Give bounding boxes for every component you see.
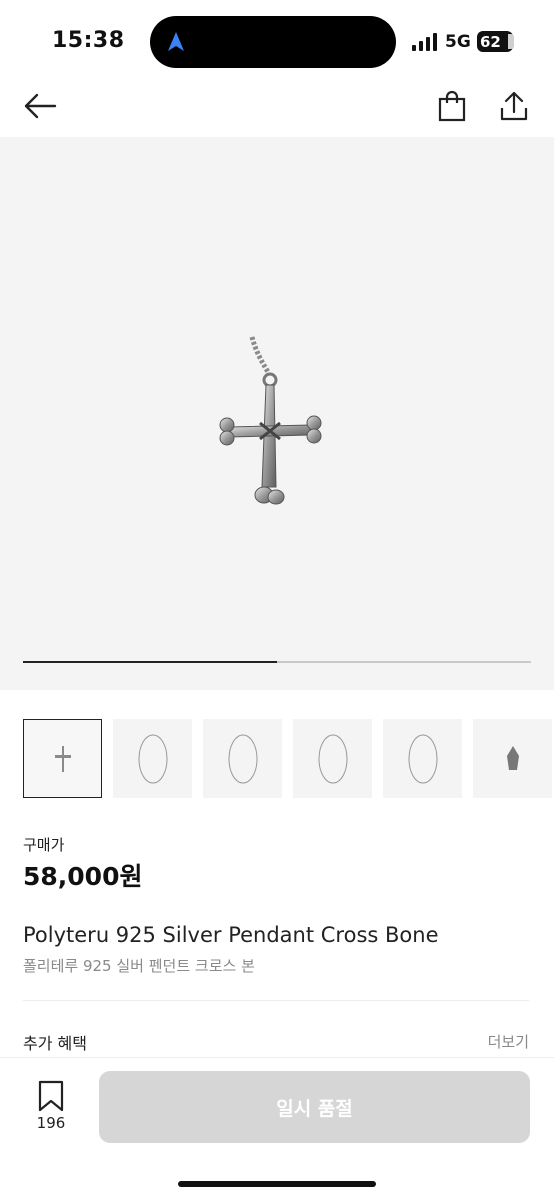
shopping-bag-icon xyxy=(438,90,466,122)
product-title-en: Polyteru 925 Silver Pendant Cross Bone xyxy=(23,923,439,947)
product-image-carousel[interactable] xyxy=(0,137,554,690)
cross-pendant-image xyxy=(219,336,322,505)
bookmark-button[interactable]: 196 xyxy=(28,1080,74,1136)
thumbnail-2[interactable] xyxy=(113,719,192,798)
signal-icon xyxy=(412,33,437,51)
necklace-chain-thumb-icon xyxy=(408,734,437,783)
thumbnail-4[interactable] xyxy=(293,719,372,798)
necklace-chain-thumb-icon xyxy=(138,734,167,783)
shopping-bag-button[interactable] xyxy=(432,86,472,126)
bookmark-icon xyxy=(38,1080,64,1112)
benefits-label: 추가 혜택 xyxy=(23,1034,87,1053)
necklace-chain-thumb-icon xyxy=(318,734,347,783)
price-value: 58,000원 xyxy=(23,862,143,891)
necklace-chain-thumb-icon xyxy=(228,734,257,783)
cross-pendant-thumb-icon xyxy=(54,745,71,772)
sold-out-button[interactable]: 일시 품절 xyxy=(99,1071,530,1143)
thumbnail-1[interactable] xyxy=(23,719,102,798)
status-time: 15:38 xyxy=(52,28,125,53)
battery-nub xyxy=(508,34,514,49)
status-bar: 15:38 5G 62 xyxy=(0,0,554,84)
home-indicator[interactable] xyxy=(178,1181,376,1187)
share-icon xyxy=(500,91,528,121)
dynamic-island xyxy=(150,16,396,68)
arrow-left-icon xyxy=(24,93,57,119)
thumbnail-strip xyxy=(23,719,554,798)
bookmark-count: 196 xyxy=(36,1114,66,1132)
back-button[interactable] xyxy=(20,86,60,126)
share-button[interactable] xyxy=(494,86,534,126)
thumbnail-5[interactable] xyxy=(383,719,462,798)
location-arrow-icon xyxy=(168,32,184,51)
battery-level: 62 xyxy=(480,32,501,51)
thumbnail-6[interactable] xyxy=(473,719,552,798)
thumbnail-3[interactable] xyxy=(203,719,282,798)
charm-pendant-thumb-icon xyxy=(506,745,519,770)
carousel-progress-fill xyxy=(23,661,277,663)
price-label: 구매가 xyxy=(23,836,65,854)
benefits-more-link[interactable]: 더보기 xyxy=(488,1031,529,1052)
divider xyxy=(23,1000,529,1001)
carousel-progress xyxy=(23,661,531,663)
network-type: 5G xyxy=(445,32,471,52)
product-title-ko: 폴리테루 925 실버 펜던트 크로스 본 xyxy=(23,957,255,975)
